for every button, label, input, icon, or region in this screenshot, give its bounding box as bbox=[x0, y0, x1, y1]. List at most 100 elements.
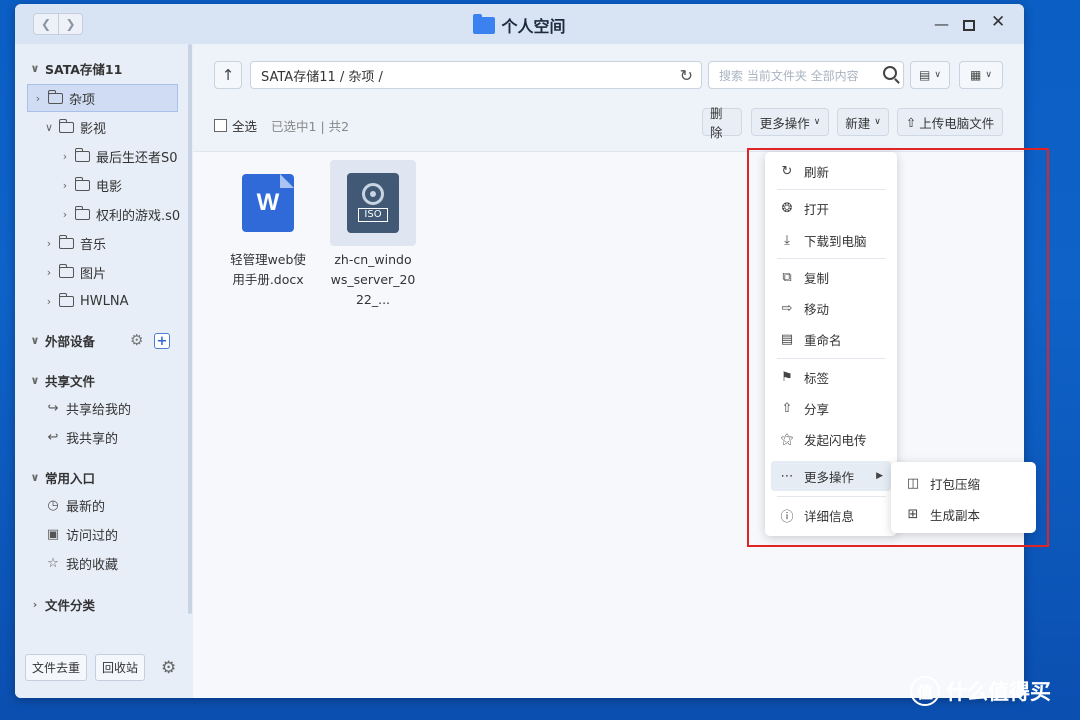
chevron-down-icon: ∨ bbox=[985, 70, 992, 80]
nav-label: 访问过的 bbox=[66, 528, 119, 544]
sidebar-scrollbar[interactable] bbox=[188, 44, 192, 614]
nav-label: 共享给我的 bbox=[66, 402, 132, 418]
tree-label: 图片 bbox=[80, 266, 107, 282]
tree-item-last-of-us[interactable]: › 最后生还者S0 bbox=[59, 142, 178, 170]
grid-icon: ▦ bbox=[970, 68, 982, 82]
chevron-right-icon[interactable]: › bbox=[29, 598, 41, 611]
up-level-button[interactable]: ↑ bbox=[214, 61, 242, 89]
nav-label: 我共享的 bbox=[66, 431, 119, 447]
eye-icon: ▣ bbox=[46, 526, 60, 542]
more-actions-label: 更多操作 bbox=[759, 115, 810, 131]
tree-item-music[interactable]: › 音乐 bbox=[43, 229, 106, 257]
maximize-button[interactable] bbox=[963, 20, 975, 31]
file-name: zh-cn_windows_server_2022_... bbox=[330, 252, 416, 307]
file-item-docx[interactable]: W 轻管理web使用手册.docx bbox=[225, 160, 311, 290]
sort-button[interactable]: ▤ ∨ bbox=[910, 61, 950, 89]
chevron-down-icon[interactable]: ∨ bbox=[29, 374, 41, 387]
path-text: SATA存储11 / 杂项 / bbox=[261, 69, 383, 85]
sidebar: ∨ SATA存储11 › 杂项 ∨ 影视 › 最后生还者S0 › 电影 › 权利的游戏.s0… bbox=[15, 44, 193, 698]
word-badge: W bbox=[256, 189, 280, 216]
tree-label: 杂项 bbox=[69, 92, 96, 108]
shared-files-section[interactable]: ∨ 共享文件 bbox=[29, 366, 95, 394]
folder-icon bbox=[473, 14, 496, 34]
delete-button[interactable]: 删除 bbox=[702, 106, 742, 140]
watermark: 值什么值得买 bbox=[910, 676, 1051, 706]
favorites[interactable]: ☆ 我的收藏 bbox=[45, 549, 118, 577]
chevron-down-icon[interactable]: ∨ bbox=[43, 121, 55, 134]
tree-item-got[interactable]: › 权利的游戏.s0 bbox=[59, 200, 180, 228]
storage-root[interactable]: ∨ SATA存储11 bbox=[29, 54, 123, 82]
shared-by-me[interactable]: ↩ 我共享的 bbox=[45, 423, 118, 451]
watermark-logo: 值 bbox=[910, 676, 940, 706]
section-label: 文件分类 bbox=[45, 597, 96, 613]
folder-icon bbox=[47, 89, 63, 104]
search-input[interactable]: 搜索 当前文件夹 全部内容 bbox=[708, 61, 904, 89]
chevron-right-icon[interactable]: › bbox=[59, 179, 71, 192]
tree-item-hwlna[interactable]: › HWLNA bbox=[43, 287, 129, 315]
folder-icon bbox=[58, 292, 74, 307]
chevron-right-icon[interactable]: › bbox=[59, 208, 71, 221]
common-entries-section[interactable]: ∨ 常用入口 bbox=[29, 463, 95, 491]
window-title: 个人空间 bbox=[15, 13, 1024, 37]
highlight-annotation-box bbox=[747, 148, 1049, 547]
watermark-text: 什么值得买 bbox=[946, 680, 1051, 704]
iso-label: ISO bbox=[358, 208, 388, 222]
chevron-down-icon[interactable]: ∨ bbox=[29, 471, 41, 484]
tree-item-pictures[interactable]: › 图片 bbox=[43, 258, 106, 286]
section-label: 共享文件 bbox=[45, 373, 96, 389]
chevron-down-icon[interactable]: ∨ bbox=[29, 62, 41, 75]
chevron-down-icon: ∨ bbox=[934, 70, 941, 80]
nav-label: 我的收藏 bbox=[66, 557, 119, 573]
folder-icon bbox=[74, 205, 90, 220]
upload-button[interactable]: ⇧ 上传电脑文件 bbox=[897, 108, 1003, 136]
search-icon[interactable] bbox=[883, 66, 897, 80]
storage-label: SATA存储11 bbox=[45, 61, 123, 77]
section-label: 外部设备 bbox=[45, 333, 96, 349]
new-button[interactable]: 新建 ∨ bbox=[837, 108, 889, 136]
chevron-right-icon[interactable]: › bbox=[43, 295, 55, 308]
tree-label: 音乐 bbox=[80, 237, 107, 253]
select-all-label[interactable]: 全选 bbox=[232, 116, 257, 135]
sort-icon: ▤ bbox=[919, 68, 931, 82]
folder-icon bbox=[74, 176, 90, 191]
file-item-iso[interactable]: ISO zh-cn_windows_server_2022_... bbox=[330, 160, 416, 310]
recent-files[interactable]: ◷ 最新的 bbox=[45, 491, 105, 519]
path-bar[interactable]: SATA存储11 / 杂项 / ↻ bbox=[250, 61, 702, 89]
tree-item-movies[interactable]: › 电影 bbox=[59, 171, 122, 199]
tree-label: 最后生还者S0 bbox=[96, 150, 178, 166]
dedupe-button[interactable]: 文件去重 bbox=[25, 654, 88, 681]
gear-icon[interactable]: ⚙ bbox=[130, 326, 143, 354]
visited-files[interactable]: ▣ 访问过的 bbox=[45, 520, 118, 548]
sidebar-footer: 文件去重 回收站 ⚙ bbox=[25, 654, 176, 681]
minimize-button[interactable]: — bbox=[934, 16, 949, 32]
tree-label: 权利的游戏.s0 bbox=[96, 208, 181, 224]
external-devices-section[interactable]: ∨ 外部设备 bbox=[29, 326, 95, 354]
tree-label: 电影 bbox=[96, 179, 123, 195]
disc-icon bbox=[362, 183, 384, 205]
tree-item-zaxiang[interactable]: › 杂项 bbox=[27, 84, 178, 112]
clock-icon: ◷ bbox=[47, 497, 59, 513]
close-button[interactable]: ✕ bbox=[991, 14, 1005, 31]
recycle-bin-button[interactable]: 回收站 bbox=[95, 654, 146, 681]
refresh-icon[interactable]: ↻ bbox=[680, 66, 693, 85]
file-category-section[interactable]: › 文件分类 bbox=[29, 590, 95, 618]
share-out-icon: ↩ bbox=[47, 429, 59, 445]
chevron-right-icon[interactable]: › bbox=[43, 237, 55, 250]
select-all-checkbox[interactable] bbox=[214, 118, 227, 132]
chevron-right-icon[interactable]: › bbox=[32, 92, 44, 105]
file-thumb: ISO bbox=[330, 160, 416, 246]
window-title-text: 个人空间 bbox=[501, 17, 566, 36]
selection-status: 已选中1 | 共2 bbox=[271, 118, 350, 134]
view-mode-button[interactable]: ▦ ∨ bbox=[959, 61, 1003, 89]
shared-with-me[interactable]: ↪ 共享给我的 bbox=[45, 394, 131, 422]
settings-gear-icon[interactable]: ⚙ bbox=[161, 658, 176, 678]
chevron-right-icon[interactable]: › bbox=[59, 150, 71, 163]
more-actions-button[interactable]: 更多操作 ∨ bbox=[751, 108, 829, 136]
folder-icon bbox=[58, 234, 74, 249]
tree-item-yingshi[interactable]: ∨ 影视 bbox=[43, 113, 106, 141]
file-thumb: W bbox=[225, 160, 311, 246]
chevron-right-icon[interactable]: › bbox=[43, 266, 55, 279]
chevron-down-icon[interactable]: ∨ bbox=[29, 334, 41, 347]
chevron-down-icon: ∨ bbox=[813, 117, 821, 127]
add-device-button[interactable]: + bbox=[154, 333, 170, 349]
